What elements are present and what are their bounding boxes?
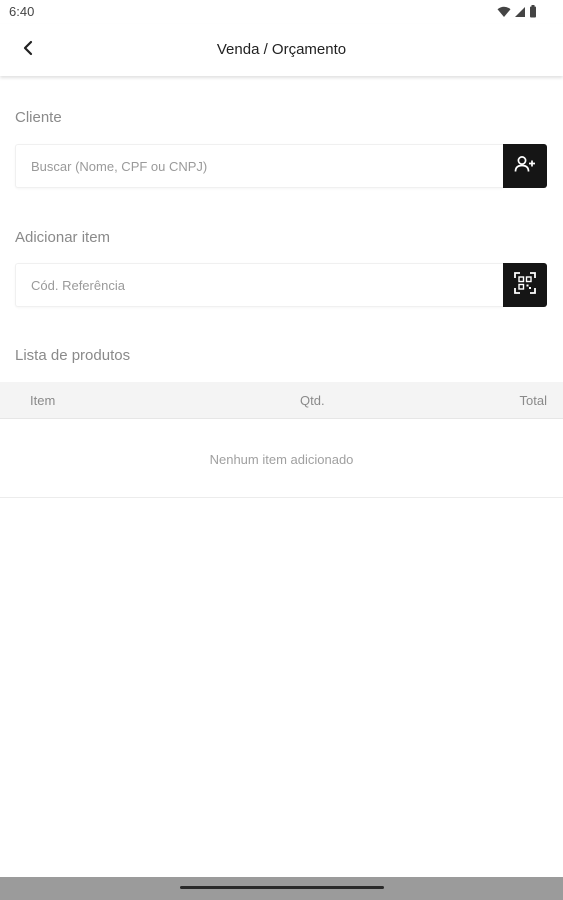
products-table-header: Item Qtd. Total — [0, 382, 563, 419]
column-header-qtd: Qtd. — [300, 393, 325, 408]
cliente-search-row — [15, 144, 547, 188]
adicionar-item-label: Adicionar item — [15, 229, 111, 246]
scan-button[interactable] — [503, 263, 547, 307]
page-title: Venda / Orçamento — [216, 41, 347, 58]
qr-scan-icon — [514, 271, 536, 299]
column-header-item: Item — [30, 393, 56, 408]
system-nav-bar — [0, 877, 563, 900]
signal-icon — [514, 5, 526, 23]
client-search-input[interactable] — [15, 144, 503, 188]
gesture-handle[interactable] — [180, 886, 384, 889]
lista-produtos-label: Lista de produtos — [15, 347, 131, 364]
reference-code-input[interactable] — [15, 263, 503, 307]
item-reference-row — [15, 263, 547, 307]
products-empty-state: Nenhum item adicionado — [0, 419, 563, 498]
add-user-icon — [514, 155, 536, 178]
status-time: 6:40 — [9, 4, 35, 19]
cliente-label: Cliente — [15, 109, 62, 126]
status-icons — [497, 5, 537, 23]
add-client-button[interactable] — [503, 144, 547, 188]
app-bar: Venda / Orçamento — [0, 24, 563, 76]
status-bar: 6:40 — [0, 0, 563, 24]
empty-message: Nenhum item adicionado — [209, 452, 354, 467]
column-header-total: Total — [519, 393, 547, 408]
battery-icon — [529, 5, 537, 23]
wifi-icon — [497, 5, 511, 23]
